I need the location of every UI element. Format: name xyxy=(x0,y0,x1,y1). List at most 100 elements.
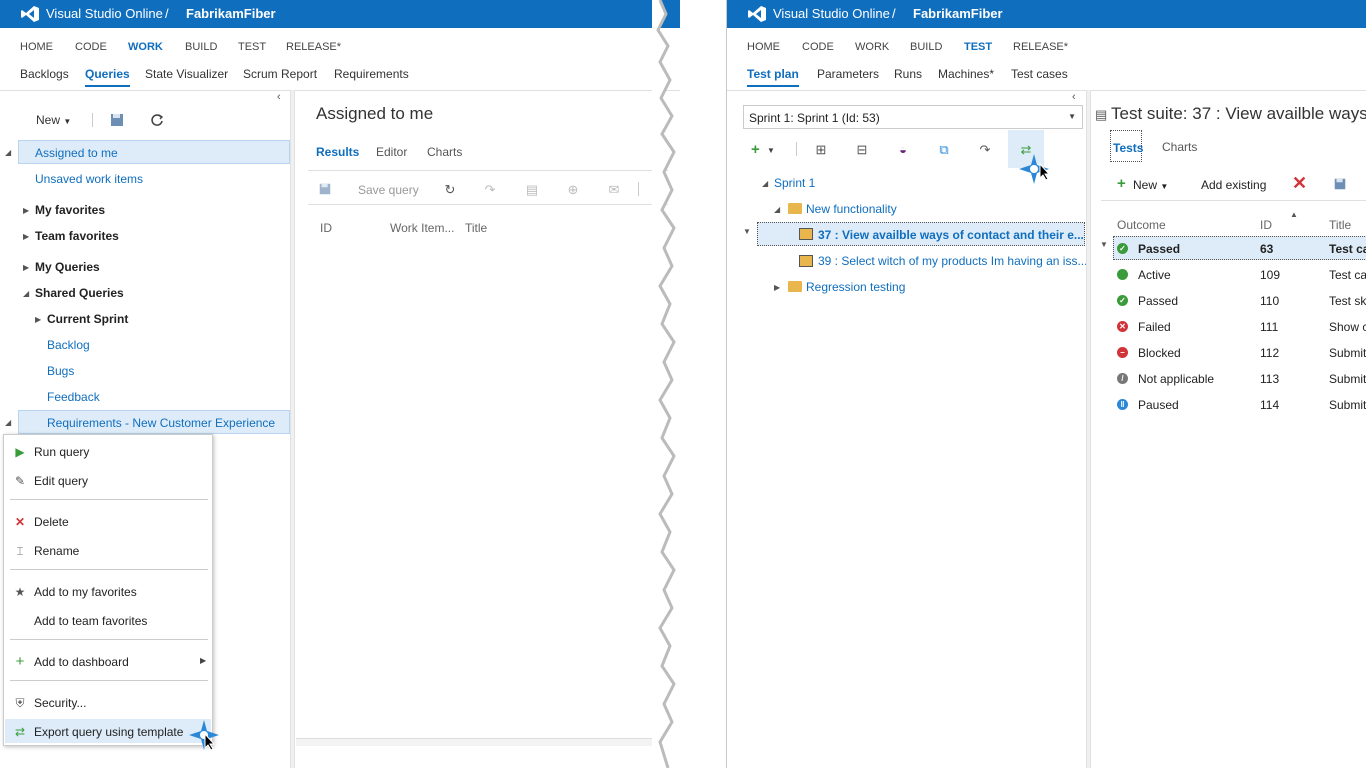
chevron-down-icon[interactable]: ▼ xyxy=(767,146,775,155)
column-id[interactable]: ID xyxy=(320,221,332,235)
test-runner-icon[interactable]: ◒ xyxy=(895,142,911,158)
tab-state-visualizer[interactable]: State Visualizer xyxy=(145,67,228,81)
tab-editor[interactable]: Editor xyxy=(376,145,407,159)
tree-bugs[interactable]: Bugs xyxy=(47,364,74,378)
column-title[interactable]: Title xyxy=(1329,218,1351,232)
hub-code[interactable]: CODE xyxy=(75,41,107,53)
save-query-button[interactable]: Save query xyxy=(358,183,419,197)
link-work-item-icon[interactable]: ⊕ xyxy=(565,182,581,198)
test-row[interactable]: / Not applicable 113 Submit xyxy=(1117,372,1366,388)
hub-release[interactable]: RELEASE* xyxy=(1013,41,1068,53)
row-context-arrow-icon[interactable]: ▼ xyxy=(1100,240,1108,249)
redo-icon[interactable]: ↷ xyxy=(977,142,993,158)
column-id[interactable]: ID xyxy=(1260,218,1272,232)
menu-delete[interactable]: Delete xyxy=(34,515,69,529)
tree-my-favorites[interactable]: My favorites xyxy=(35,203,105,217)
pane-splitter[interactable] xyxy=(1086,90,1091,768)
hub-code[interactable]: CODE xyxy=(802,41,834,53)
menu-add-team-favorites[interactable]: Add to team favorites xyxy=(34,614,147,628)
tree-requirements-new-customer-experience[interactable]: Requirements - New Customer Experience xyxy=(47,416,275,430)
tree-regression-testing[interactable]: Regression testing xyxy=(806,280,905,294)
tree-suite-39[interactable]: 39 : Select witch of my products Im havi… xyxy=(818,254,1087,268)
save-icon[interactable] xyxy=(109,112,125,128)
menu-export-query-using-template[interactable]: Export query using template xyxy=(34,725,183,739)
hub-work[interactable]: WORK xyxy=(855,41,889,53)
context-menu-arrow-icon[interactable]: ◢ xyxy=(5,418,11,427)
menu-edit-query[interactable]: Edit query xyxy=(34,474,88,488)
new-test-button[interactable]: New ▼ xyxy=(1133,178,1168,192)
expand-arrow-icon[interactable]: ▶ xyxy=(35,315,41,324)
tree-new-functionality[interactable]: New functionality xyxy=(806,202,897,216)
add-existing-button[interactable]: Add existing xyxy=(1201,178,1266,192)
tree-sprint-1[interactable]: Sprint 1 xyxy=(774,176,815,190)
tree-shared-queries[interactable]: Shared Queries xyxy=(35,286,124,300)
expand-arrow-icon[interactable]: ◢ xyxy=(5,148,11,157)
test-row[interactable]: ✓ Passed 110 Test sk xyxy=(1117,294,1366,310)
refresh-icon[interactable]: ↻ xyxy=(442,182,458,198)
tab-queries[interactable]: Queries xyxy=(85,67,130,87)
test-row[interactable]: – Blocked 112 Submit xyxy=(1117,346,1366,362)
hub-test[interactable]: TEST xyxy=(238,41,266,53)
tab-charts[interactable]: Charts xyxy=(427,145,462,159)
hub-home[interactable]: HOME xyxy=(747,41,780,53)
redo-icon[interactable]: ↷ xyxy=(482,182,498,198)
tree-team-favorites[interactable]: Team favorites xyxy=(35,229,119,243)
project-link[interactable]: FabrikamFiber xyxy=(186,6,276,21)
tab-scrum-report[interactable]: Scrum Report xyxy=(243,67,317,81)
tab-test-plan[interactable]: Test plan xyxy=(747,67,799,87)
test-row[interactable]: Active 109 Test ca xyxy=(1117,268,1366,284)
tab-requirements[interactable]: Requirements xyxy=(334,67,409,81)
context-arrow-icon[interactable]: ▼ xyxy=(743,227,751,236)
hub-work[interactable]: WORK xyxy=(128,41,163,53)
horizontal-scrollbar[interactable] xyxy=(296,738,656,746)
refresh-icon[interactable] xyxy=(150,113,164,127)
new-menu-button[interactable]: New ▼ xyxy=(36,113,71,127)
tab-test-cases[interactable]: Test cases xyxy=(1011,67,1068,81)
test-row[interactable]: ✓ Passed 63 Test ca xyxy=(1117,242,1366,258)
collapse-arrow-icon[interactable]: ◢ xyxy=(23,289,29,298)
menu-security[interactable]: Security... xyxy=(34,696,86,710)
hub-home[interactable]: HOME xyxy=(20,41,53,53)
tab-tests[interactable]: Tests xyxy=(1113,141,1143,155)
brand-link[interactable]: Visual Studio Online xyxy=(773,6,890,21)
brand-link[interactable]: Visual Studio Online xyxy=(46,6,163,21)
hub-build[interactable]: BUILD xyxy=(910,41,942,53)
collapse-arrow-icon[interactable]: ◢ xyxy=(762,179,768,188)
test-plan-dropdown[interactable]: Sprint 1: Sprint 1 (Id: 53) ▼ xyxy=(743,105,1083,129)
visual-studio-logo-icon[interactable] xyxy=(20,5,40,23)
menu-run-query[interactable]: Run query xyxy=(34,445,89,459)
menu-add-my-favorites[interactable]: Add to my favorites xyxy=(34,585,137,599)
add-suite-icon[interactable]: + xyxy=(751,141,760,158)
tab-runs[interactable]: Runs xyxy=(894,67,922,81)
tree-my-queries[interactable]: My Queries xyxy=(35,260,100,274)
collapse-all-icon[interactable]: ⊟ xyxy=(854,142,870,158)
tab-parameters[interactable]: Parameters xyxy=(817,67,879,81)
project-link[interactable]: FabrikamFiber xyxy=(913,6,1003,21)
expand-arrow-icon[interactable]: ▶ xyxy=(23,206,29,215)
tree-feedback[interactable]: Feedback xyxy=(47,390,100,404)
tab-results[interactable]: Results xyxy=(316,145,359,159)
save-icon[interactable] xyxy=(1333,177,1347,191)
test-row[interactable]: ‖ Paused 114 Submit xyxy=(1117,398,1366,414)
remove-test-icon[interactable]: ✕ xyxy=(1292,173,1307,194)
email-icon[interactable]: ✉ xyxy=(606,182,622,198)
hub-build[interactable]: BUILD xyxy=(185,41,217,53)
test-row[interactable]: ✕ Failed 111 Show c xyxy=(1117,320,1366,336)
menu-add-to-dashboard[interactable]: Add to dashboard xyxy=(34,655,129,669)
visual-studio-logo-icon[interactable] xyxy=(747,5,767,23)
column-outcome[interactable]: Outcome xyxy=(1117,218,1166,232)
tree-assigned-to-me[interactable]: Assigned to me xyxy=(35,146,118,160)
collapse-pane-icon[interactable]: ‹ xyxy=(1072,91,1076,103)
expand-arrow-icon[interactable]: ▶ xyxy=(23,263,29,272)
hub-test[interactable]: TEST xyxy=(964,41,992,53)
column-title[interactable]: Title xyxy=(465,221,487,235)
expand-all-icon[interactable]: ⊞ xyxy=(813,142,829,158)
collapse-arrow-icon[interactable]: ◢ xyxy=(774,205,780,214)
open-in-query-icon[interactable]: ▤ xyxy=(524,182,540,198)
copy-suite-icon[interactable]: ⧉ xyxy=(936,142,952,158)
tree-unsaved-work-items[interactable]: Unsaved work items xyxy=(35,172,143,186)
tree-current-sprint[interactable]: Current Sprint xyxy=(47,312,128,326)
menu-rename[interactable]: Rename xyxy=(34,544,79,558)
hub-release[interactable]: RELEASE* xyxy=(286,41,341,53)
pane-splitter[interactable] xyxy=(290,90,295,768)
